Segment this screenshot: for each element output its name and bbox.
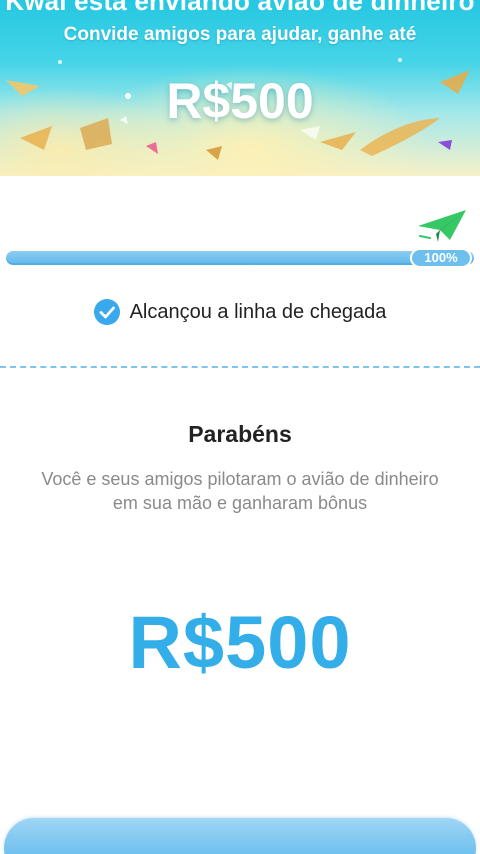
page: Kwai está enviando avião de dinheiro Con… [0, 0, 480, 854]
bottom-action-button[interactable] [4, 818, 476, 854]
finish-line-status: Alcançou a linha de chegada [0, 296, 480, 328]
promo-banner: Kwai está enviando avião de dinheiro Con… [0, 0, 480, 176]
progress-fill [6, 251, 474, 265]
paper-plane-icon [418, 210, 466, 242]
congrats-description: Você e seus amigos pilotaram o avião de … [41, 469, 439, 513]
banner-scroll-title: Kwai está enviando avião de dinheiro [5, 0, 475, 16]
banner-subtitle: Convide amigos para ajudar, ganhe até [63, 24, 417, 45]
dashed-divider [0, 366, 480, 368]
status-text: Alcançou a linha de chegada [129, 300, 387, 323]
progress-bar [6, 251, 474, 265]
check-circle-icon [93, 299, 120, 325]
progress-percent-badge: 100% [410, 248, 472, 268]
reward-amount: R$500 [128, 601, 352, 684]
banner-reward-amount: R$500 [166, 73, 314, 129]
congrats-title: Parabéns [188, 421, 292, 447]
